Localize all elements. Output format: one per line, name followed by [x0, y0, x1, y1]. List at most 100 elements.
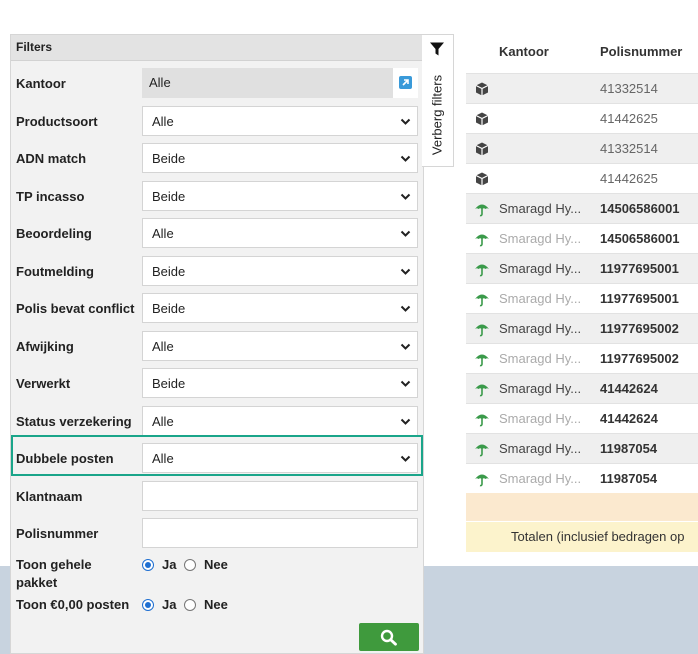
select-value: Alle — [152, 414, 174, 429]
chevron-down-icon — [400, 118, 411, 125]
chevron-down-icon — [400, 268, 411, 275]
cell-polisnummer: 11987054 — [600, 471, 658, 486]
filter-label: Foutmelding — [16, 264, 94, 279]
cell-kantoor: Smaragd Hy... — [499, 471, 582, 486]
table-row[interactable]: Smaragd Hy... 11977695001 — [466, 283, 698, 313]
package-icon — [475, 112, 489, 126]
select-value: Beide — [152, 301, 186, 316]
filter-row-status-verzekering: Status verzekering Alle — [11, 406, 423, 438]
cell-polisnummer: 41442624 — [600, 411, 658, 426]
cell-polisnummer: 14506586001 — [600, 231, 680, 246]
filter-row-polisnummer: Polisnummer — [11, 518, 423, 550]
polis-bevat-conflict-select[interactable]: Beide — [142, 293, 418, 323]
totals-row: Totalen (inclusief bedragen op — [466, 522, 698, 552]
umbrella-icon — [475, 444, 489, 457]
table-row[interactable]: Smaragd Hy... 11977695002 — [466, 343, 698, 373]
chevron-down-icon — [400, 380, 411, 387]
filter-label: Polisnummer — [16, 526, 99, 541]
umbrella-icon — [475, 324, 489, 337]
chevron-down-icon — [400, 305, 411, 312]
hide-filters-toggle[interactable]: Verberg filters — [422, 34, 454, 167]
table-row[interactable]: Smaragd Hy... 41442624 — [466, 403, 698, 433]
package-icon — [475, 82, 489, 96]
filter-row-beoordeling: Beoordeling Alle — [11, 218, 423, 250]
chevron-down-icon — [400, 418, 411, 425]
cell-polisnummer: 41442624 — [600, 381, 658, 396]
filter-label: ADN match — [16, 151, 87, 166]
table-empty-row — [466, 493, 698, 521]
afwijking-select[interactable]: Alle — [142, 331, 418, 361]
filter-label: Afwijking — [16, 339, 74, 354]
filter-label: Productsoort — [16, 114, 98, 129]
filter-row-tp-incasso: TP incasso Beide — [11, 181, 423, 213]
toon-nul-nee-radio[interactable] — [184, 599, 196, 611]
cell-kantoor: Smaragd Hy... — [499, 411, 582, 426]
klantnaam-input[interactable] — [142, 481, 418, 511]
adn-match-select[interactable]: Beide — [142, 143, 418, 173]
table-row[interactable]: Smaragd Hy... 11977695001 — [466, 253, 698, 283]
umbrella-icon — [475, 384, 489, 397]
package-icon — [475, 172, 489, 186]
umbrella-icon — [475, 294, 489, 307]
filter-row-kantoor: Kantoor Alle — [11, 68, 423, 100]
cell-polisnummer: 41332514 — [600, 141, 658, 156]
cell-kantoor: Smaragd Hy... — [499, 321, 582, 336]
verwerkt-select[interactable]: Beide — [142, 368, 418, 398]
select-value: Alle — [152, 339, 174, 354]
umbrella-icon — [475, 204, 489, 217]
filter-label: Verwerkt — [16, 376, 71, 391]
toon-nul-radio-group: Ja Nee — [142, 597, 342, 615]
package-icon — [475, 142, 489, 156]
table-row[interactable]: Smaragd Hy... 14506586001 — [466, 193, 698, 223]
filters-title: Filters — [16, 40, 53, 54]
toon-pakket-ja-radio[interactable] — [142, 559, 154, 571]
toon-pakket-nee-radio[interactable] — [184, 559, 196, 571]
table-row[interactable]: 41442625 — [466, 163, 698, 193]
search-button[interactable] — [359, 623, 419, 651]
table-row[interactable]: Smaragd Hy... 11987054 — [466, 433, 698, 463]
cell-kantoor: Smaragd Hy... — [499, 261, 582, 276]
beoordeling-select[interactable]: Alle — [142, 218, 418, 248]
cell-polisnummer: 11977695001 — [600, 291, 679, 306]
toon-pakket-label-line1: Toon gehele — [16, 557, 92, 572]
select-value: Beide — [152, 264, 186, 279]
cell-kantoor: Smaragd Hy... — [499, 201, 582, 216]
polisnummer-input[interactable] — [142, 518, 418, 548]
foutmelding-select[interactable]: Beide — [142, 256, 418, 286]
search-icon — [380, 629, 397, 646]
kantoor-picker-button[interactable] — [393, 68, 418, 98]
umbrella-icon — [475, 474, 489, 487]
table-row[interactable]: Smaragd Hy... 11987054 — [466, 463, 698, 493]
table-row[interactable]: Smaragd Hy... 11977695002 — [466, 313, 698, 343]
radio-label: Ja — [162, 557, 177, 572]
table-row[interactable]: 41332514 — [466, 73, 698, 103]
cell-polisnummer: 11977695002 — [600, 321, 679, 336]
cell-kantoor: Smaragd Hy... — [499, 291, 582, 306]
kantoor-field[interactable]: Alle — [142, 68, 418, 98]
totals-label: Totalen (inclusief bedragen op — [511, 529, 685, 544]
radio-label: Nee — [204, 557, 228, 572]
tp-incasso-select[interactable]: Beide — [142, 181, 418, 211]
filter-label: Status verzekering — [16, 414, 132, 429]
table-row[interactable]: Smaragd Hy... 41442624 — [466, 373, 698, 403]
status-verzekering-select[interactable]: Alle — [142, 406, 418, 436]
external-link-icon — [399, 76, 412, 89]
table-row[interactable]: Smaragd Hy... 14506586001 — [466, 223, 698, 253]
toon-nul-label: Toon €0,00 posten — [16, 597, 130, 612]
toon-nul-ja-radio[interactable] — [142, 599, 154, 611]
filter-row-productsoort: Productsoort Alle — [11, 106, 423, 138]
cell-kantoor: Smaragd Hy... — [499, 231, 582, 246]
filters-header: Filters — [11, 35, 423, 61]
filters-panel: Filters Kantoor Alle Productsoort Alle A… — [10, 34, 424, 654]
column-header-kantoor[interactable]: Kantoor — [499, 44, 549, 59]
umbrella-icon — [475, 414, 489, 427]
cell-kantoor: Smaragd Hy... — [499, 351, 582, 366]
table-row[interactable]: 41442625 — [466, 103, 698, 133]
kantoor-value: Alle — [149, 75, 171, 90]
chevron-down-icon — [400, 155, 411, 162]
cell-polisnummer: 14506586001 — [600, 201, 680, 216]
table-row[interactable]: 41332514 — [466, 133, 698, 163]
productsoort-select[interactable]: Alle — [142, 106, 418, 136]
toon-pakket-label-line2: pakket — [16, 575, 58, 590]
column-header-polisnummer[interactable]: Polisnummer — [600, 44, 682, 59]
